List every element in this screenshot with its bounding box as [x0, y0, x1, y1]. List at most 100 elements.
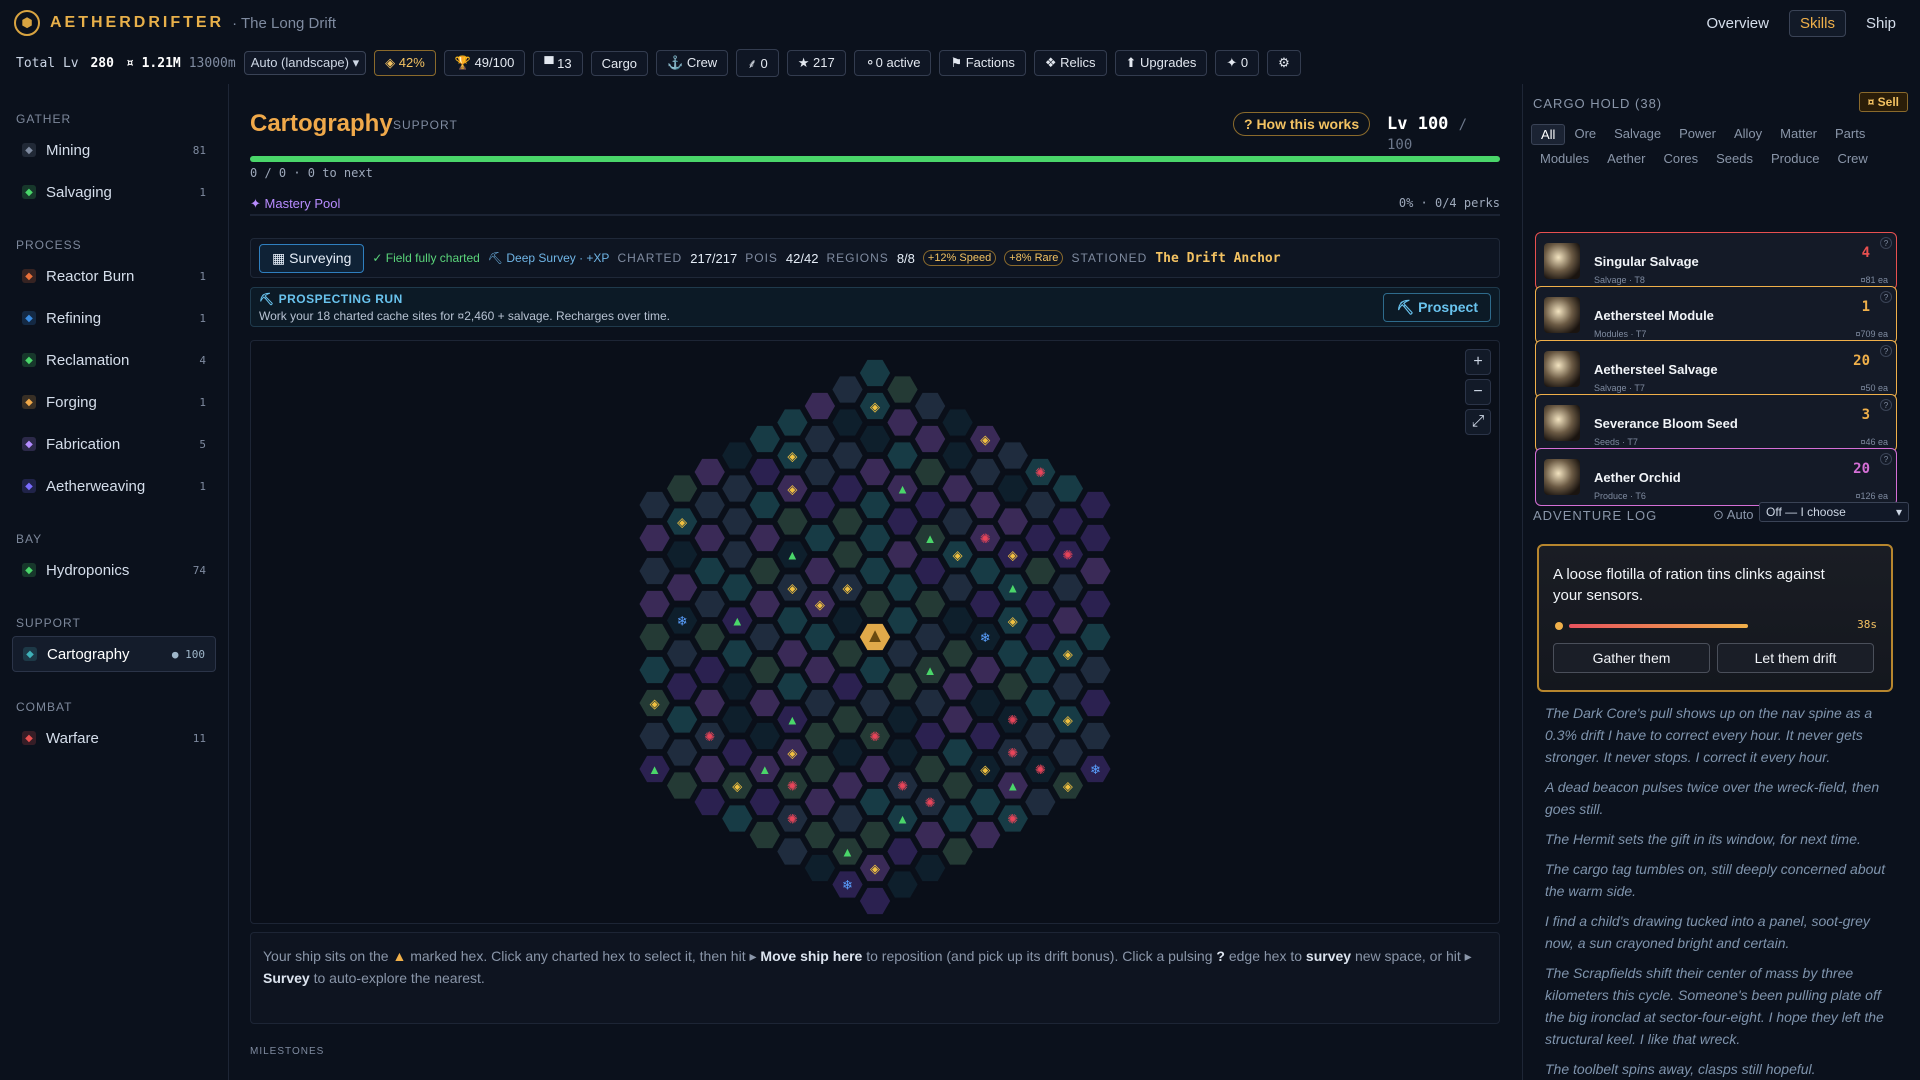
- map-hex[interactable]: [830, 473, 865, 504]
- map-hex[interactable]: [1023, 589, 1058, 619]
- map-hex[interactable]: [747, 556, 782, 586]
- filter-seeds[interactable]: Seeds: [1707, 149, 1762, 168]
- drift-button[interactable]: Let them drift: [1717, 643, 1874, 673]
- chip-crew[interactable]: ⚓ Crew: [656, 50, 729, 76]
- map-hex[interactable]: [1078, 622, 1113, 652]
- chip-cargo[interactable]: Cargo: [590, 50, 649, 76]
- map-hex[interactable]: [720, 539, 755, 570]
- filter-crew[interactable]: Crew: [1828, 149, 1876, 168]
- map-hex[interactable]: [720, 473, 755, 504]
- filter-parts[interactable]: Parts: [1826, 124, 1874, 145]
- map-hex[interactable]: [940, 836, 975, 867]
- map-hex[interactable]: [1078, 688, 1113, 718]
- map-hex[interactable]: [720, 737, 755, 768]
- hex-grid[interactable]: ◈ ▲ ◈ ❄ ✺ ▲ ◈ ▲ ◈ ◈ ▲ ◈ ▲ ◈ ✺ ✺ ◈ ◈ ▲ ❄ ◈ ▲ ✺ ◈ ▲ ✺ ▲ ▲ ▲ ✺ ◈ ◈ ✺ ❄ ◈ ◈ ▲ ◈ ✺ ✺…: [251, 341, 1499, 923]
- map-hex[interactable]: [885, 374, 920, 405]
- sidebar-item-aetherweaving[interactable]: ◆ Aetherweaving 1: [12, 468, 216, 504]
- map-hex[interactable]: [1078, 523, 1113, 553]
- gather-button[interactable]: Gather them: [1553, 643, 1710, 673]
- map-hex[interactable]: [1078, 589, 1113, 619]
- map-hex[interactable]: [1051, 473, 1085, 504]
- map-hex[interactable]: [637, 589, 672, 619]
- map-hex[interactable]: [858, 589, 892, 619]
- chip-progress[interactable]: ◈ 42%: [374, 50, 436, 76]
- map-hex[interactable]: [803, 655, 837, 685]
- chip-active[interactable]: ⚬0 active: [853, 50, 932, 76]
- map-hex[interactable]: [830, 605, 865, 636]
- map-hex[interactable]: [692, 457, 727, 487]
- zoom-in-button[interactable]: +: [1465, 349, 1491, 375]
- zoom-out-button[interactable]: −: [1465, 379, 1491, 405]
- map-hex[interactable]: [692, 622, 727, 652]
- map-hex[interactable]: [692, 688, 727, 718]
- map-hex[interactable]: [913, 490, 947, 520]
- map-hex[interactable]: [968, 655, 1003, 685]
- map-hex[interactable]: [830, 407, 865, 438]
- map-hex[interactable]: [830, 704, 865, 735]
- sidebar-item-reactor-burn[interactable]: ◆ Reactor Burn 1: [12, 258, 216, 294]
- map-hex[interactable]: [885, 737, 920, 768]
- map-hex[interactable]: [1023, 622, 1058, 652]
- filter-produce[interactable]: Produce: [1762, 149, 1828, 168]
- map-hex[interactable]: [968, 457, 1003, 487]
- sidebar-item-mining[interactable]: ◆ Mining 81: [12, 132, 216, 168]
- map-hex[interactable]: [665, 638, 699, 669]
- map-hex[interactable]: [940, 572, 975, 603]
- map-hex[interactable]: [940, 473, 975, 504]
- map-hex[interactable]: [913, 589, 947, 619]
- map-hex[interactable]: [968, 490, 1003, 520]
- sidebar-item-forging[interactable]: ◆ Forging 1: [12, 384, 216, 420]
- map-hex[interactable]: [1051, 506, 1085, 537]
- map-hex[interactable]: [858, 754, 892, 784]
- map-hex[interactable]: [803, 490, 837, 520]
- map-hex[interactable]: [692, 787, 727, 817]
- map-hex[interactable]: [775, 671, 810, 702]
- map-hex[interactable]: [803, 391, 837, 421]
- map-hex[interactable]: [665, 572, 699, 603]
- map-hex[interactable]: [830, 671, 865, 702]
- map-hex[interactable]: [995, 671, 1030, 702]
- map-hex[interactable]: [940, 671, 975, 702]
- filter-all[interactable]: All: [1531, 124, 1566, 145]
- map-hex[interactable]: [830, 539, 865, 570]
- map-hex[interactable]: [885, 572, 920, 603]
- map-hex[interactable]: [665, 539, 699, 570]
- cargo-item[interactable]: Aether Orchid Produce · T6 20 ¤126 ea?: [1535, 448, 1897, 506]
- map-hex[interactable]: [830, 506, 865, 537]
- map-hex[interactable]: [858, 886, 892, 916]
- map-hex[interactable]: [747, 457, 782, 487]
- map-hex[interactable]: [637, 523, 672, 553]
- map-hex[interactable]: [637, 622, 672, 652]
- layout-select[interactable]: Auto (landscape) ▾: [243, 51, 367, 75]
- chip-inbox[interactable]: ▀ 13: [533, 50, 583, 76]
- map-hex[interactable]: [1051, 737, 1085, 768]
- map-hex[interactable]: [665, 473, 699, 504]
- map-hex[interactable]: [913, 721, 947, 751]
- chip-stars[interactable]: ★ 217: [786, 50, 846, 76]
- hex-map[interactable]: ◈ ▲ ◈ ❄ ✺ ▲ ◈ ▲ ◈ ◈ ▲ ◈ ▲ ◈ ✺ ✺ ◈ ◈ ▲ ❄ ◈ ▲ ✺ ◈ ▲ ✺ ▲ ▲ ▲ ✺ ◈ ◈ ✺ ❄ ◈ ◈ ▲ ◈ ✺ ✺…: [250, 340, 1500, 924]
- map-hex[interactable]: [1023, 787, 1058, 817]
- map-hex[interactable]: [968, 787, 1003, 817]
- sell-button[interactable]: ¤ Sell: [1858, 92, 1908, 112]
- sidebar-item-cartography[interactable]: ◆ Cartography ● 100: [12, 636, 216, 672]
- map-hex[interactable]: [720, 638, 755, 669]
- map-hex[interactable]: [913, 688, 947, 718]
- map-hex[interactable]: [885, 506, 920, 537]
- map-hex[interactable]: [1078, 490, 1113, 520]
- map-hex[interactable]: [1023, 721, 1058, 751]
- map-hex[interactable]: [940, 605, 975, 636]
- filter-salvage[interactable]: Salvage: [1605, 124, 1670, 145]
- map-hex[interactable]: [995, 638, 1030, 669]
- map-hex[interactable]: [968, 556, 1003, 586]
- map-hex[interactable]: [747, 424, 782, 454]
- map-hex[interactable]: [885, 605, 920, 636]
- filter-power[interactable]: Power: [1670, 124, 1725, 145]
- map-hex[interactable]: [1023, 523, 1058, 553]
- how-it-works-button[interactable]: ? How this works: [1233, 112, 1371, 136]
- map-hex[interactable]: [858, 358, 892, 388]
- map-hex[interactable]: [913, 853, 947, 883]
- map-hex[interactable]: [637, 655, 672, 685]
- map-hex[interactable]: [637, 556, 672, 586]
- sidebar-item-hydroponics[interactable]: ◆ Hydroponics 74: [12, 552, 216, 588]
- filter-ore[interactable]: Ore: [1565, 124, 1605, 145]
